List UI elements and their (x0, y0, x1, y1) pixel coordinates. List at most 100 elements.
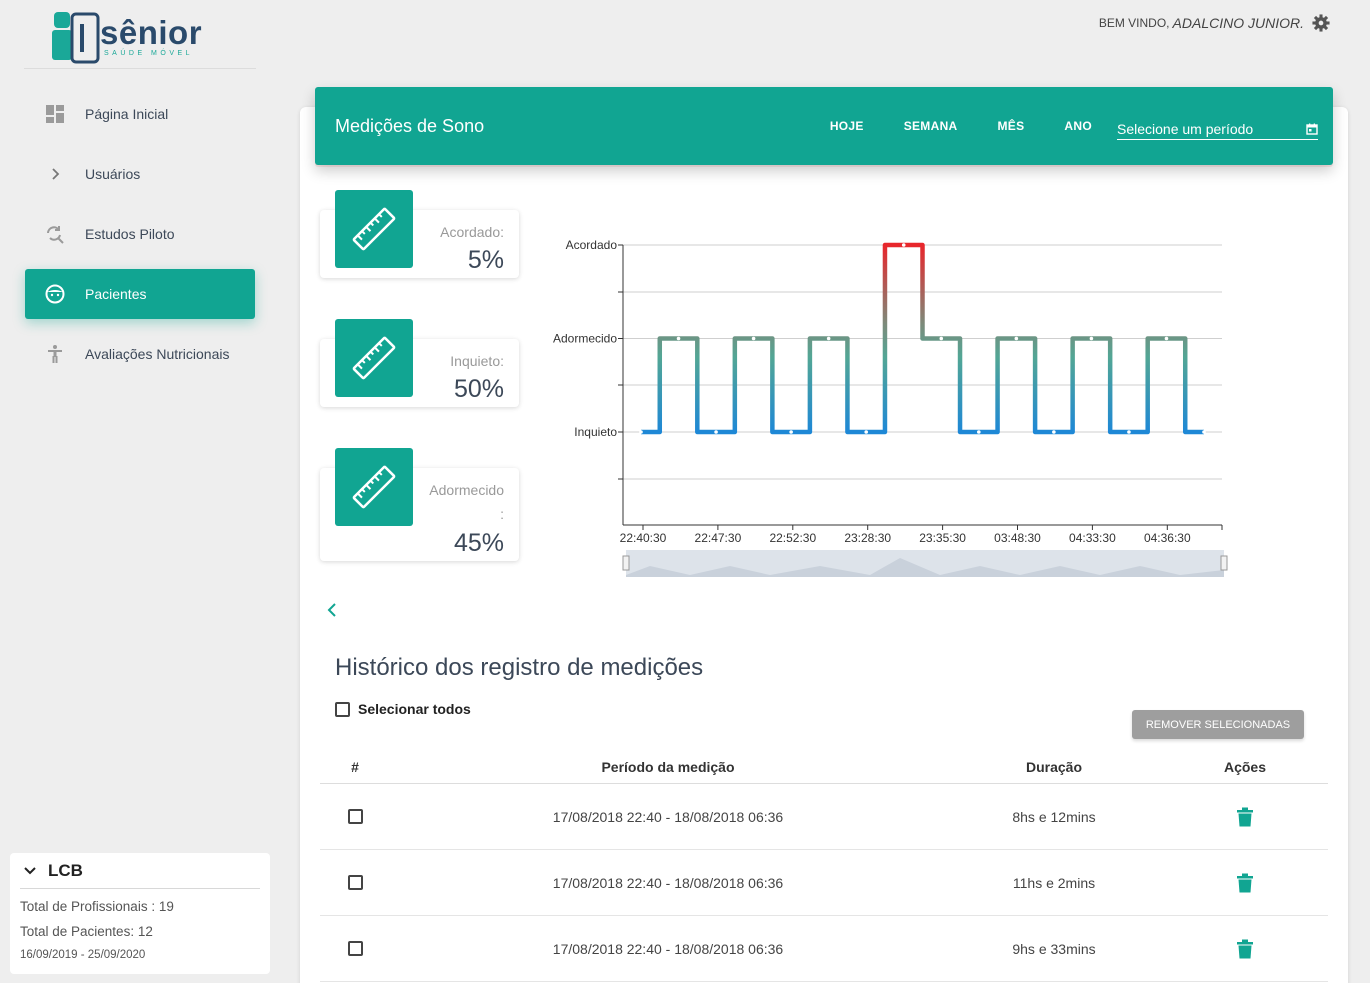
select-all-checkbox[interactable] (335, 701, 350, 717)
navigator-handle-left (622, 555, 630, 571)
stat-label: Inquieto: (450, 353, 504, 369)
data-point (639, 430, 643, 434)
column-header: # (351, 759, 359, 775)
navigator-handle-right (1220, 555, 1228, 571)
column-header: Período da medição (601, 759, 735, 775)
organization-card-header[interactable]: LCB (20, 853, 260, 889)
back-arrow-icon[interactable] (326, 602, 338, 623)
data-point (789, 430, 793, 434)
sidebar-item-label: Estudos Piloto (85, 226, 175, 242)
period-select-placeholder: Selecione um período (1117, 120, 1254, 137)
trash-icon[interactable] (1236, 873, 1254, 893)
organization-name: LCB (48, 860, 83, 880)
ruler-icon (335, 319, 413, 397)
x-tick-label: 04:33:30 (1069, 531, 1116, 545)
data-point (1014, 336, 1019, 341)
sidebar-item-label: Usuários (85, 166, 141, 182)
brand-tagline: SAÚDE MÓVEL (104, 50, 194, 57)
sleep-chart: Inquieto Adormecido Acordado 22:40:30 22:47:… (540, 230, 1240, 590)
sidebar-item-label: Pacientes (85, 286, 147, 302)
period-today-button[interactable]: HOJE (830, 119, 864, 133)
row-checkbox[interactable] (347, 809, 363, 824)
page-title: Medições de Sono (335, 115, 485, 136)
face-icon (45, 284, 65, 304)
trash-icon[interactable] (1236, 939, 1254, 959)
sidebar-item-label: Avaliações Nutricionais (85, 346, 230, 362)
period-select-input[interactable]: Selecione um período (1117, 112, 1318, 140)
data-point (1089, 336, 1094, 341)
data-point (676, 336, 681, 341)
sidebar-item-avaliacoes-nutricionais[interactable]: Avaliações Nutricionais (25, 329, 255, 379)
select-all-label: Selecionar todos (358, 701, 471, 717)
remove-selected-button[interactable]: REMOVER SELECIONADAS (1132, 710, 1304, 739)
user-name: ADALCINO JUNIOR. (1172, 15, 1304, 31)
stat-label: Adormecido (429, 482, 504, 498)
data-point (826, 336, 831, 341)
logo-divider (24, 68, 256, 69)
professionals-count: Total de Profissionais : 19 (20, 899, 174, 914)
sidebar-item-pacientes[interactable]: Pacientes (25, 269, 255, 319)
sidebar-nav: Página Inicial Usuários Estudos Piloto P… (25, 89, 255, 389)
organization-card: LCB Total de Profissionais : 19 Total de… (10, 853, 270, 974)
row-period: 17/08/2018 22:40 - 18/08/2018 06:36 (552, 940, 784, 957)
row-duration: 11hs e 2mins (1012, 874, 1096, 891)
stat-value: 45% (453, 529, 504, 557)
data-point (1164, 336, 1169, 341)
row-checkbox[interactable] (347, 875, 363, 890)
table-row: 17/08/2018 22:40 - 18/08/2018 06:36 9hs … (320, 916, 1328, 982)
data-point (751, 336, 756, 341)
data-point (939, 336, 944, 341)
trash-icon[interactable] (1236, 807, 1254, 827)
ruler-icon (335, 448, 413, 526)
row-period: 17/08/2018 22:40 - 18/08/2018 06:36 (552, 874, 784, 891)
table-row: 17/08/2018 22:40 - 18/08/2018 06:36 8hs … (320, 784, 1328, 850)
measurements-table: # Período da medição Duração Ações 17/08… (320, 751, 1328, 982)
x-tick-label: 22:52:30 (769, 531, 816, 545)
period-month-button[interactable]: MÊS (998, 119, 1025, 133)
chevron-down-icon (24, 863, 36, 879)
data-point (1202, 430, 1206, 434)
x-tick-label: 22:47:30 (695, 531, 742, 545)
column-header: Duração (1025, 759, 1083, 775)
stat-label-suffix: : (500, 506, 504, 522)
welcome-banner: BEM VINDO, ADALCINO JUNIOR. (1099, 14, 1330, 32)
data-point (864, 430, 868, 434)
data-point (714, 430, 718, 434)
date-range: 16/09/2019 - 25/09/2020 (20, 949, 146, 961)
sidebar-item-usuarios[interactable]: Usuários (25, 149, 255, 199)
welcome-text: BEM VINDO, (1098, 16, 1170, 30)
chevron-right-icon (45, 164, 65, 184)
gear-icon[interactable] (1312, 14, 1330, 32)
select-all: Selecionar todos (335, 701, 471, 717)
dashboard-icon (45, 104, 65, 124)
refresh-search-icon (45, 224, 65, 244)
x-tick-label: 23:28:30 (844, 531, 891, 545)
x-tick-label: 23:35:30 (919, 531, 966, 545)
accessibility-icon (45, 344, 65, 364)
brand-name: sênior (100, 14, 203, 51)
row-duration: 9hs e 33mins (1012, 940, 1096, 957)
sidebar-item-estudos-piloto[interactable]: Estudos Piloto (25, 209, 255, 259)
y-tick-label: Adormecido (553, 332, 617, 346)
stat-value: 5% (467, 246, 504, 274)
data-point (1127, 430, 1131, 434)
data-point (901, 243, 906, 247)
x-tick-label: 22:40:30 (620, 531, 667, 545)
ruler-icon (335, 190, 413, 268)
calendar-icon (1306, 123, 1318, 135)
table-row: 17/08/2018 22:40 - 18/08/2018 06:36 11hs… (320, 850, 1328, 916)
stat-value: 50% (453, 375, 504, 403)
data-point (1052, 430, 1056, 434)
y-tick-label: Acordado (566, 238, 618, 252)
period-year-button[interactable]: ANO (1064, 119, 1092, 133)
patients-count: Total de Pacientes: 12 (20, 924, 153, 939)
row-period: 17/08/2018 22:40 - 18/08/2018 06:36 (552, 808, 784, 825)
row-checkbox[interactable] (347, 941, 363, 956)
x-tick-label: 03:48:30 (994, 531, 1041, 545)
sidebar-item-pagina-inicial[interactable]: Página Inicial (25, 89, 255, 139)
period-week-button[interactable]: SEMANA (904, 119, 958, 133)
stat-label: Acordado: (440, 224, 504, 240)
table-header: # Período da medição Duração Ações (320, 751, 1328, 784)
column-header: Ações (1223, 759, 1267, 775)
sidebar-item-label: Página Inicial (85, 106, 169, 122)
